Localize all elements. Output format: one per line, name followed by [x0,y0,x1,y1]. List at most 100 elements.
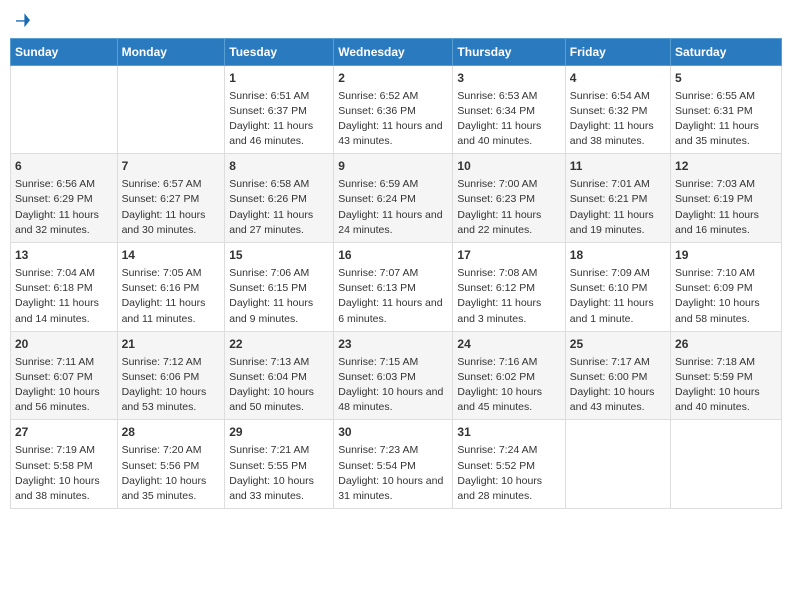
calendar-cell [565,420,670,509]
calendar-header-thursday: Thursday [453,38,565,65]
calendar-cell: 12 Sunrise: 7:03 AMSunset: 6:19 PMDayligh… [671,154,782,243]
calendar-cell: 9 Sunrise: 6:59 AMSunset: 6:24 PMDaylight… [334,154,453,243]
day-number: 25 [570,336,666,353]
cell-content: Sunrise: 7:00 AMSunset: 6:23 PMDaylight:… [457,177,560,238]
calendar-cell: 4 Sunrise: 6:54 AMSunset: 6:32 PMDaylight… [565,65,670,154]
cell-content: Sunrise: 7:03 AMSunset: 6:19 PMDaylight:… [675,177,777,238]
calendar-cell: 31Sunrise: 7:24 AMSunset: 5:52 PMDayligh… [453,420,565,509]
calendar-cell: 16 Sunrise: 7:07 AMSunset: 6:13 PMDayligh… [334,243,453,332]
cell-content: Sunrise: 7:08 AMSunset: 6:12 PMDaylight:… [457,266,560,327]
cell-content: Sunrise: 7:23 AMSunset: 5:54 PMDaylight:… [338,443,448,504]
day-number: 12 [675,158,777,175]
calendar-header-friday: Friday [565,38,670,65]
calendar-cell [11,65,118,154]
cell-content: Sunrise: 7:09 AMSunset: 6:10 PMDaylight:… [570,266,666,327]
calendar-cell: 6Sunrise: 6:56 AMSunset: 6:29 PMDaylight… [11,154,118,243]
cell-content: Sunrise: 7:15 AMSunset: 6:03 PMDaylight:… [338,355,448,416]
calendar-header-sunday: Sunday [11,38,118,65]
day-number: 19 [675,247,777,264]
day-number: 29 [229,424,329,441]
day-number: 4 [570,70,666,87]
calendar-cell: 23 Sunrise: 7:15 AMSunset: 6:03 PMDayligh… [334,331,453,420]
day-number: 17 [457,247,560,264]
calendar-cell: 7Sunrise: 6:57 AMSunset: 6:27 PMDaylight… [117,154,225,243]
calendar-cell: 1 Sunrise: 6:51 AMSunset: 6:37 PMDaylight… [225,65,334,154]
day-number: 11 [570,158,666,175]
cell-content: Sunrise: 7:11 AMSunset: 6:07 PMDaylight:… [15,355,113,416]
day-number: 3 [457,70,560,87]
calendar-cell: 25 Sunrise: 7:17 AMSunset: 6:00 PMDayligh… [565,331,670,420]
calendar-week-row: 20 Sunrise: 7:11 AMSunset: 6:07 PMDayligh… [11,331,782,420]
day-number: 8 [229,158,329,175]
day-number: 18 [570,247,666,264]
calendar-cell: 29 Sunrise: 7:21 AMSunset: 5:55 PMDayligh… [225,420,334,509]
cell-content: Sunrise: 7:18 AMSunset: 5:59 PMDaylight:… [675,355,777,416]
calendar-cell: 14Sunrise: 7:05 AMSunset: 6:16 PMDayligh… [117,243,225,332]
calendar-cell: 18 Sunrise: 7:09 AMSunset: 6:10 PMDayligh… [565,243,670,332]
day-number: 31 [457,424,560,441]
calendar-cell: 8 Sunrise: 6:58 AMSunset: 6:26 PMDaylight… [225,154,334,243]
cell-content: Sunrise: 6:54 AMSunset: 6:32 PMDaylight:… [570,89,666,150]
day-number: 20 [15,336,113,353]
calendar-cell: 28Sunrise: 7:20 AMSunset: 5:56 PMDayligh… [117,420,225,509]
cell-content: Sunrise: 6:58 AMSunset: 6:26 PMDaylight:… [229,177,329,238]
cell-content: Sunrise: 7:17 AMSunset: 6:00 PMDaylight:… [570,355,666,416]
day-number: 13 [15,247,113,264]
calendar-cell: 13Sunrise: 7:04 AMSunset: 6:18 PMDayligh… [11,243,118,332]
day-number: 14 [122,247,221,264]
calendar-header-saturday: Saturday [671,38,782,65]
calendar-cell: 24 Sunrise: 7:16 AMSunset: 6:02 PMDayligh… [453,331,565,420]
cell-content: Sunrise: 7:19 AMSunset: 5:58 PMDaylight:… [15,443,113,504]
cell-content: Sunrise: 7:10 AMSunset: 6:09 PMDaylight:… [675,266,777,327]
calendar-cell: 19 Sunrise: 7:10 AMSunset: 6:09 PMDayligh… [671,243,782,332]
calendar-cell: 20 Sunrise: 7:11 AMSunset: 6:07 PMDayligh… [11,331,118,420]
cell-content: Sunrise: 7:13 AMSunset: 6:04 PMDaylight:… [229,355,329,416]
cell-content: Sunrise: 7:16 AMSunset: 6:02 PMDaylight:… [457,355,560,416]
calendar-week-row: 1 Sunrise: 6:51 AMSunset: 6:37 PMDaylight… [11,65,782,154]
cell-content: Sunrise: 7:21 AMSunset: 5:55 PMDaylight:… [229,443,329,504]
day-number: 26 [675,336,777,353]
cell-content: Sunrise: 7:06 AMSunset: 6:15 PMDaylight:… [229,266,329,327]
day-number: 15 [229,247,329,264]
day-number: 22 [229,336,329,353]
day-number: 9 [338,158,448,175]
cell-content: Sunrise: 6:52 AMSunset: 6:36 PMDaylight:… [338,89,448,150]
day-number: 2 [338,70,448,87]
calendar-cell: 2 Sunrise: 6:52 AMSunset: 6:36 PMDaylight… [334,65,453,154]
calendar-header-wednesday: Wednesday [334,38,453,65]
day-number: 10 [457,158,560,175]
calendar-week-row: 6Sunrise: 6:56 AMSunset: 6:29 PMDaylight… [11,154,782,243]
calendar-week-row: 27Sunrise: 7:19 AMSunset: 5:58 PMDayligh… [11,420,782,509]
cell-content: Sunrise: 6:51 AMSunset: 6:37 PMDaylight:… [229,89,329,150]
cell-content: Sunrise: 7:20 AMSunset: 5:56 PMDaylight:… [122,443,221,504]
day-number: 23 [338,336,448,353]
calendar-header-row: SundayMondayTuesdayWednesdayThursdayFrid… [11,38,782,65]
cell-content: Sunrise: 7:07 AMSunset: 6:13 PMDaylight:… [338,266,448,327]
calendar-week-row: 13Sunrise: 7:04 AMSunset: 6:18 PMDayligh… [11,243,782,332]
day-number: 5 [675,70,777,87]
page-header [10,10,782,30]
calendar-cell: 22 Sunrise: 7:13 AMSunset: 6:04 PMDayligh… [225,331,334,420]
calendar-cell: 17 Sunrise: 7:08 AMSunset: 6:12 PMDayligh… [453,243,565,332]
day-number: 21 [122,336,221,353]
logo [14,10,30,30]
calendar-cell: 30 Sunrise: 7:23 AMSunset: 5:54 PMDayligh… [334,420,453,509]
calendar-cell [671,420,782,509]
calendar-cell: 11 Sunrise: 7:01 AMSunset: 6:21 PMDayligh… [565,154,670,243]
cell-content: Sunrise: 6:59 AMSunset: 6:24 PMDaylight:… [338,177,448,238]
calendar-cell: 3Sunrise: 6:53 AMSunset: 6:34 PMDaylight… [453,65,565,154]
day-number: 24 [457,336,560,353]
calendar-cell: 21 Sunrise: 7:12 AMSunset: 6:06 PMDayligh… [117,331,225,420]
calendar-cell: 10 Sunrise: 7:00 AMSunset: 6:23 PMDayligh… [453,154,565,243]
day-number: 1 [229,70,329,87]
cell-content: Sunrise: 7:01 AMSunset: 6:21 PMDaylight:… [570,177,666,238]
calendar-cell: 27Sunrise: 7:19 AMSunset: 5:58 PMDayligh… [11,420,118,509]
day-number: 30 [338,424,448,441]
calendar-table: SundayMondayTuesdayWednesdayThursdayFrid… [10,38,782,509]
calendar-header-monday: Monday [117,38,225,65]
calendar-cell: 26 Sunrise: 7:18 AMSunset: 5:59 PMDayligh… [671,331,782,420]
cell-content: Sunrise: 7:12 AMSunset: 6:06 PMDaylight:… [122,355,221,416]
cell-content: Sunrise: 6:56 AMSunset: 6:29 PMDaylight:… [15,177,113,238]
calendar-cell: 5Sunrise: 6:55 AMSunset: 6:31 PMDaylight… [671,65,782,154]
day-number: 16 [338,247,448,264]
